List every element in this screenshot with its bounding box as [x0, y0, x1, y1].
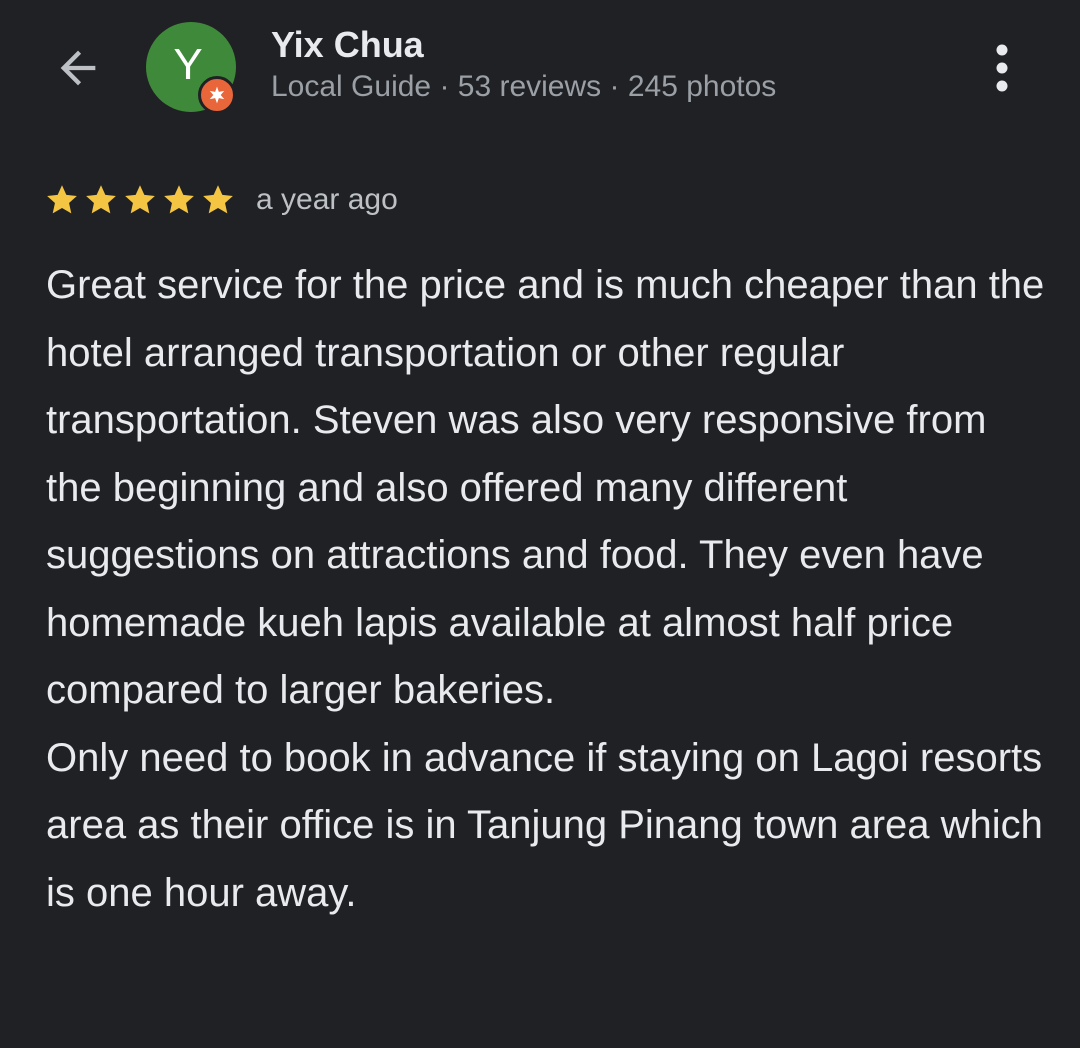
- arrow-left-icon: [60, 50, 96, 86]
- star-icon: [203, 185, 233, 214]
- star-icon: [47, 185, 77, 214]
- user-meta: Local Guide · 53 reviews · 245 photos: [271, 70, 777, 103]
- star-rating: [44, 182, 236, 218]
- back-button[interactable]: [46, 36, 110, 100]
- review-text: Great service for the price and is much …: [46, 263, 1045, 915]
- avatar-letter: Y: [173, 40, 203, 89]
- star-icon: [86, 185, 116, 214]
- star-icon: [125, 185, 155, 214]
- more-options-button[interactable]: [970, 36, 1034, 100]
- review-time: a year ago: [256, 183, 398, 216]
- more-vert-icon: [996, 44, 1008, 92]
- review-header: Y Yix Chua Local Guide · 53 reviews · 24…: [0, 0, 1080, 140]
- user-name[interactable]: Yix Chua: [271, 24, 424, 66]
- rating-row: a year ago: [44, 176, 398, 224]
- star-icon: [164, 185, 194, 214]
- local-guide-badge-icon: [198, 76, 236, 114]
